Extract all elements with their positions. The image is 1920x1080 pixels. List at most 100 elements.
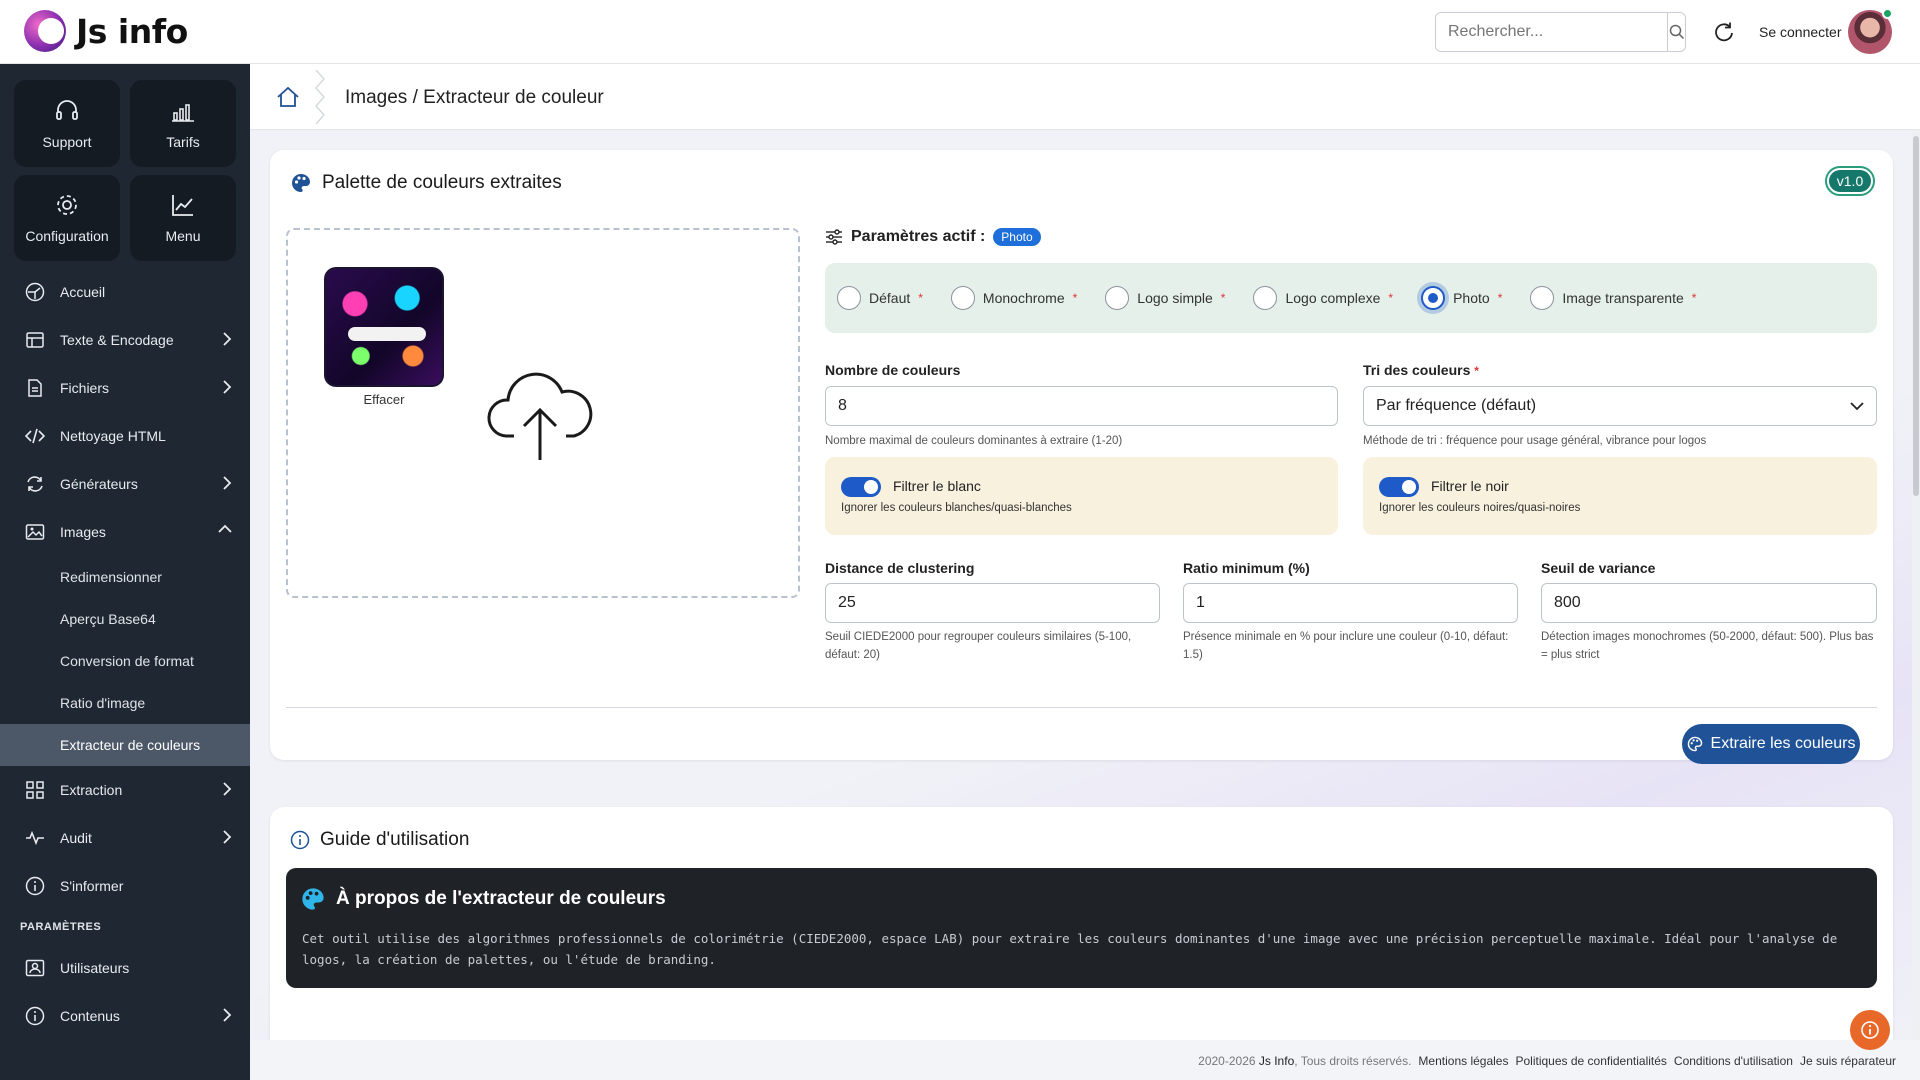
sidebar-item-generateurs[interactable]: Générateurs <box>0 460 250 508</box>
tile-tarifs[interactable]: Tarifs <box>130 80 236 167</box>
info-icon <box>290 830 310 850</box>
sidebar-nav: Accueil Texte & Encodage Fichiers Nettoy… <box>0 268 250 1040</box>
active-params-header: Paramètres actif : Photo <box>825 228 1041 246</box>
palette-icon <box>302 888 324 910</box>
sort-label: Tri des couleurs * <box>1363 362 1479 378</box>
filter-black-toggle[interactable] <box>1379 477 1419 497</box>
tile-menu[interactable]: Menu <box>130 175 236 261</box>
about-box: À propos de l'extracteur de couleurs Cet… <box>286 868 1877 988</box>
clustering-input[interactable]: 25 <box>825 583 1160 623</box>
sort-select[interactable]: Par fréquence (défaut) <box>1363 386 1877 426</box>
radio-button-selected[interactable] <box>1421 286 1446 310</box>
image-icon <box>25 524 45 540</box>
sidebar-item-extraction[interactable]: Extraction <box>0 766 250 814</box>
sort-help: Méthode de tri : fréquence pour usage gé… <box>1363 435 1707 447</box>
sidebar-item-sinformer[interactable]: S'informer <box>0 862 250 910</box>
chevron-right-icon <box>223 380 232 394</box>
uploaded-image-thumbnail <box>324 267 444 387</box>
sidebar-item-label: Extraction <box>60 782 123 798</box>
sidebar-item-fichiers[interactable]: Fichiers <box>0 364 250 412</box>
about-title-text: À propos de l'extracteur de couleurs <box>336 888 666 909</box>
palette-icon <box>292 174 310 192</box>
info-icon <box>25 1006 45 1026</box>
version-badge: v1.0 <box>1825 166 1875 196</box>
extract-colors-button[interactable]: Extraire les couleurs <box>1682 724 1860 764</box>
image-dropzone[interactable]: Effacer <box>286 228 800 598</box>
clear-image-button[interactable]: Effacer <box>324 392 444 407</box>
logo-mark-icon <box>24 10 66 52</box>
sidebar-item-nettoyage-html[interactable]: Nettoyage HTML <box>0 412 250 460</box>
sidebar-item-label: Audit <box>60 830 92 846</box>
footer-link-repairer[interactable]: Je suis réparateur <box>1800 1054 1896 1068</box>
footer-link-mentions[interactable]: Mentions légales <box>1418 1054 1508 1068</box>
radio-button[interactable] <box>837 286 861 310</box>
logo-text: Js info <box>76 11 188 51</box>
variance-input[interactable]: 800 <box>1541 583 1877 623</box>
about-text: Cet outil utilise des algorithmes profes… <box>302 931 1838 967</box>
sidebar-item-label: Utilisateurs <box>60 960 130 976</box>
chevron-right-icon <box>223 782 232 796</box>
home-button[interactable] <box>276 86 300 113</box>
min-ratio-label: Ratio minimum (%) <box>1183 560 1310 576</box>
app-logo[interactable]: Js info <box>24 10 188 52</box>
sidebar-subitem-conversion-format[interactable]: Conversion de format <box>0 640 250 682</box>
sidebar: Support Tarifs Configuration Menu Accuei… <box>0 64 250 1080</box>
filter-black-help: Ignorer les couleurs noires/quasi-noires <box>1379 502 1581 514</box>
filter-white-label: Filtrer le blanc <box>893 478 981 494</box>
gear-icon <box>57 195 77 215</box>
sidebar-item-utilisateurs[interactable]: Utilisateurs <box>0 944 250 992</box>
color-count-input[interactable]: 8 <box>825 386 1338 426</box>
sidebar-item-contenus[interactable]: Contenus <box>0 992 250 1040</box>
preset-monochrome[interactable]: Monochrome * <box>950 286 1077 310</box>
sidebar-item-accueil[interactable]: Accueil <box>0 268 250 316</box>
sidebar-section-parametres: PARAMÈTRES <box>20 921 102 933</box>
min-ratio-input[interactable]: 1 <box>1183 583 1518 623</box>
sidebar-item-label: Accueil <box>60 284 106 300</box>
text-encoding-icon <box>26 332 44 348</box>
footer-copyright: 2020-2026 Js Info, Tous droits réservés. <box>1198 1054 1412 1068</box>
preset-logo-simple[interactable]: Logo simple * <box>1105 286 1225 310</box>
sidebar-subitem-extracteur-couleurs[interactable]: Extracteur de couleurs <box>0 724 250 766</box>
tile-support[interactable]: Support <box>14 80 120 167</box>
sidebar-subitem-redimensionner[interactable]: Redimensionner <box>0 556 250 598</box>
extract-colors-label: Extraire les couleurs <box>1710 735 1856 752</box>
user-card-icon <box>25 959 45 977</box>
sidebar-subitem-apercu-base64[interactable]: Aperçu Base64 <box>0 598 250 640</box>
radio-button[interactable] <box>1530 286 1555 310</box>
sidebar-item-audit[interactable]: Audit <box>0 814 250 862</box>
tile-label: Support <box>42 133 92 150</box>
preset-image-transparente[interactable]: Image transparente * <box>1530 286 1696 310</box>
preset-defaut[interactable]: Défaut * <box>837 286 923 310</box>
breadcrumb: Images / Extracteur de couleur <box>250 64 1920 130</box>
search-button[interactable] <box>1667 13 1685 51</box>
footer-link-terms[interactable]: Conditions d'utilisation <box>1674 1054 1793 1068</box>
main-content: Palette de couleurs extraites v1.0 Effac… <box>250 130 1920 1080</box>
sidebar-item-label: Générateurs <box>60 476 138 492</box>
dashboard-icon <box>25 282 45 302</box>
footer-link-privacy[interactable]: Politiques de confidentialités <box>1515 1054 1666 1068</box>
login-link[interactable]: Se connecter <box>1759 24 1842 40</box>
refresh-button[interactable] <box>1710 18 1738 46</box>
sidebar-tiles: Support Tarifs Configuration Menu <box>14 80 238 261</box>
chevron-right-icon <box>223 1008 232 1022</box>
search-icon <box>1669 24 1684 40</box>
sidebar-subitem-ratio-image[interactable]: Ratio d'image <box>0 682 250 724</box>
radio-button[interactable] <box>950 286 975 310</box>
search-input[interactable] <box>1436 13 1667 51</box>
filter-white-toggle[interactable] <box>841 477 881 497</box>
sidebar-item-texte-encodage[interactable]: Texte & Encodage <box>0 316 250 364</box>
preset-photo[interactable]: Photo * <box>1421 286 1502 310</box>
chevron-right-icon <box>223 830 232 844</box>
tile-label: Menu <box>165 228 201 244</box>
radio-button[interactable] <box>1253 286 1278 310</box>
breadcrumb-text: Images / Extracteur de couleur <box>345 87 604 108</box>
sidebar-item-images[interactable]: Images <box>0 508 250 556</box>
scrollbar-thumb[interactable] <box>1913 136 1919 496</box>
tile-configuration[interactable]: Configuration <box>14 175 120 261</box>
preset-logo-complexe[interactable]: Logo complexe * <box>1253 286 1393 310</box>
help-button[interactable] <box>1850 1010 1890 1050</box>
footer: 2020-2026 Js Info, Tous droits réservés.… <box>250 1040 1920 1080</box>
radio-button[interactable] <box>1105 286 1130 310</box>
online-status-dot <box>1882 8 1893 19</box>
preset-radio-group: Défaut * Monochrome * Logo simple * Logo co… <box>825 263 1877 333</box>
